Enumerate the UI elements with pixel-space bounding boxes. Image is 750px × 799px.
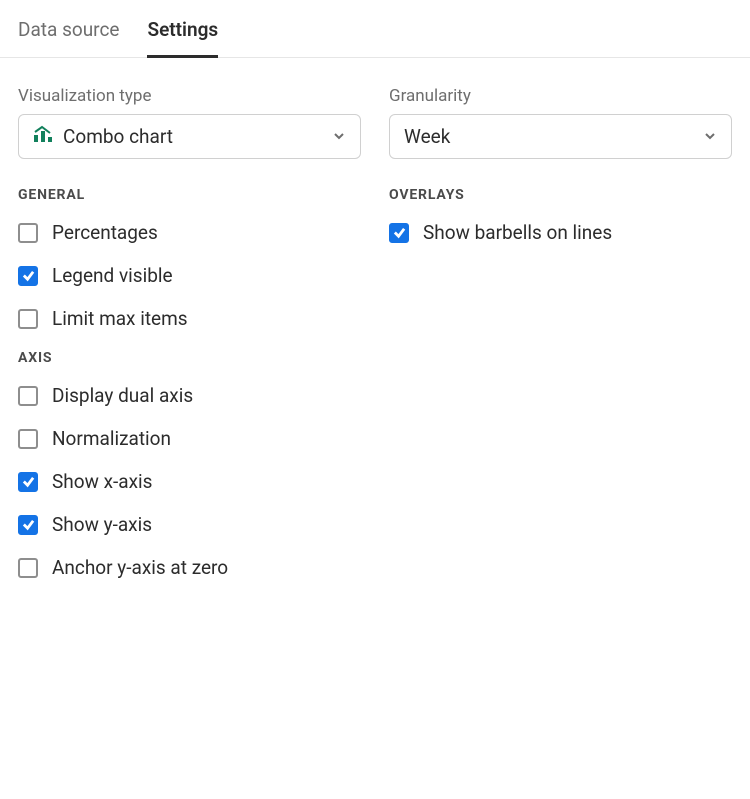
- checkbox-icon: [18, 266, 38, 286]
- granularity-label: Granularity: [389, 86, 732, 106]
- checkbox-label: Normalization: [52, 427, 171, 450]
- granularity-field: Granularity Week: [389, 86, 732, 159]
- checkbox-label: Display dual axis: [52, 384, 193, 407]
- right-column: Overlays Show barbells on lines: [389, 179, 732, 599]
- checkbox-icon: [18, 429, 38, 449]
- viz-type-field: Visualization type Combo chart: [18, 86, 361, 159]
- checkbox-icon: [389, 223, 409, 243]
- granularity-value: Week: [404, 125, 450, 148]
- chevron-down-icon: [703, 125, 717, 148]
- checkbox-icon: [18, 223, 38, 243]
- left-column: General Percentages Legend visible Limit…: [18, 179, 361, 599]
- general-section: General Percentages Legend visible Limit…: [18, 187, 361, 330]
- checkbox-icon: [18, 309, 38, 329]
- checkbox-legend-visible[interactable]: Legend visible: [18, 264, 361, 287]
- checkbox-limit-max-items[interactable]: Limit max items: [18, 307, 361, 330]
- checkbox-anchor-y-zero[interactable]: Anchor y-axis at zero: [18, 556, 361, 579]
- granularity-select[interactable]: Week: [389, 114, 732, 159]
- viz-type-select[interactable]: Combo chart: [18, 114, 361, 159]
- checkbox-label: Show barbells on lines: [423, 221, 612, 244]
- checkbox-normalization[interactable]: Normalization: [18, 427, 361, 450]
- checkbox-icon: [18, 472, 38, 492]
- checkbox-label: Show x-axis: [52, 470, 152, 493]
- overlays-section: Overlays Show barbells on lines: [389, 187, 732, 244]
- checkbox-percentages[interactable]: Percentages: [18, 221, 361, 244]
- checkbox-show-y-axis[interactable]: Show y-axis: [18, 513, 361, 536]
- checkbox-show-barbells[interactable]: Show barbells on lines: [389, 221, 732, 244]
- checkbox-icon: [18, 386, 38, 406]
- tab-settings[interactable]: Settings: [147, 18, 218, 58]
- viz-type-label: Visualization type: [18, 86, 361, 106]
- viz-type-value: Combo chart: [63, 125, 173, 148]
- checkbox-show-x-axis[interactable]: Show x-axis: [18, 470, 361, 493]
- axis-heading: Axis: [18, 350, 361, 366]
- checkbox-display-dual-axis[interactable]: Display dual axis: [18, 384, 361, 407]
- checkbox-label: Legend visible: [52, 264, 173, 287]
- chevron-down-icon: [332, 125, 346, 148]
- tab-data-source[interactable]: Data source: [18, 18, 119, 58]
- settings-panel: Visualization type Combo chart Granular: [0, 58, 750, 617]
- checkbox-label: Show y-axis: [52, 513, 152, 536]
- checkbox-label: Anchor y-axis at zero: [52, 556, 228, 579]
- checkbox-label: Percentages: [52, 221, 158, 244]
- combo-chart-icon: [33, 125, 53, 148]
- tab-bar: Data source Settings: [0, 0, 750, 58]
- overlays-heading: Overlays: [389, 187, 732, 203]
- general-heading: General: [18, 187, 361, 203]
- checkbox-label: Limit max items: [52, 307, 188, 330]
- axis-section: Axis Display dual axis Normalization Sho…: [18, 350, 361, 579]
- checkbox-icon: [18, 558, 38, 578]
- checkbox-icon: [18, 515, 38, 535]
